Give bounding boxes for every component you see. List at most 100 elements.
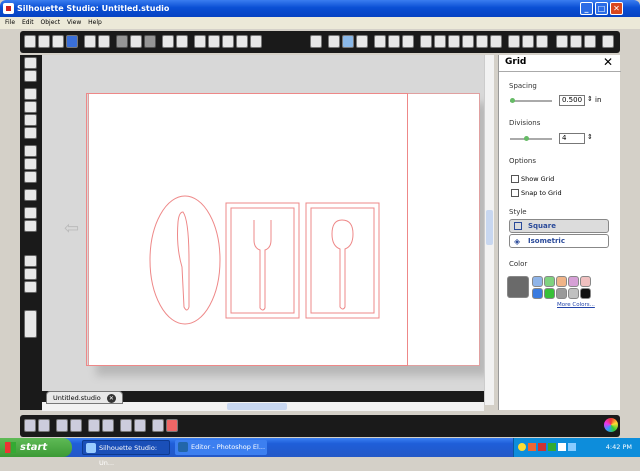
duplicate-icon[interactable] [88,419,100,432]
open-icon[interactable] [38,35,50,48]
grid-icon[interactable] [356,35,368,48]
divisions-input[interactable]: 4 [559,133,585,144]
spacing-slider[interactable] [510,98,552,103]
panel-toggle-icon[interactable] [24,310,37,338]
snap-to-grid-checkbox[interactable] [511,189,519,197]
task-photoshop[interactable]: Editor - Photoshop El... [175,440,267,455]
tray-icon[interactable] [538,443,546,451]
cut-settings-icon[interactable] [522,35,534,48]
pencil-icon[interactable] [570,35,582,48]
text-style-icon[interactable] [420,35,432,48]
rectangle-select-icon[interactable] [556,35,568,48]
menu-help[interactable]: Help [88,19,102,26]
tray-icon[interactable] [548,443,556,451]
color-swatch[interactable] [532,276,543,287]
tray-icon[interactable] [528,443,536,451]
edit-points-icon[interactable] [24,70,37,82]
weld-icon[interactable] [152,419,164,432]
divisions-slider[interactable] [510,136,552,141]
library-icon[interactable] [66,35,78,48]
spacing-stepper-icon[interactable]: ⇕ [587,95,593,103]
more-colors-link[interactable]: More Colors... [557,302,595,308]
color-swatch[interactable] [580,288,591,299]
color-swatch[interactable] [580,276,591,287]
menu-edit[interactable]: Edit [22,19,34,26]
document-tab[interactable]: Untitled.studio ✕ [46,391,123,404]
scissors-icon[interactable] [144,35,156,48]
bring-forward-icon[interactable] [120,419,132,432]
fit-page-icon[interactable] [250,35,262,48]
style-square-button[interactable]: Square [509,219,609,233]
color-swatch[interactable] [556,288,567,299]
color-swatch[interactable] [532,288,543,299]
transform-icon[interactable] [462,35,474,48]
lock-icon[interactable] [310,35,322,48]
knife-tool-icon[interactable] [24,220,37,232]
compound-icon[interactable] [56,419,68,432]
design-artwork[interactable] [42,55,484,395]
fill-icon[interactable] [328,35,340,48]
menu-object[interactable]: Object [41,19,61,26]
horizontal-scroll-thumb[interactable] [227,403,287,410]
rounded-rect-tool-icon[interactable] [24,114,37,126]
save-icon[interactable] [52,35,64,48]
color-swatch[interactable] [568,276,579,287]
spacing-slider-knob[interactable] [510,98,515,103]
redo-icon[interactable] [176,35,188,48]
clock[interactable]: 4:42 PM [606,438,632,457]
send-backward-icon[interactable] [134,419,146,432]
no-entry-icon[interactable] [166,419,178,432]
text-tool-icon[interactable] [24,189,37,201]
new-icon[interactable] [24,35,36,48]
curve-tool-icon[interactable] [24,158,37,170]
color-swatch[interactable] [568,288,579,299]
line-color-icon[interactable] [374,35,386,48]
cut-print-icon[interactable] [98,35,110,48]
menu-file[interactable]: File [5,19,15,26]
copy-icon[interactable] [116,35,128,48]
close-button[interactable]: ✕ [610,2,623,15]
rectangle-tool-icon[interactable] [24,101,37,113]
line-tool-icon[interactable] [24,88,37,100]
menu-view[interactable]: View [67,19,81,26]
divisions-slider-knob[interactable] [524,136,529,141]
ungroup-icon[interactable] [38,419,50,432]
print-icon[interactable] [84,35,96,48]
color-swatch[interactable] [544,276,555,287]
page-setup-icon[interactable] [342,35,354,48]
panel-close-icon[interactable]: ✕ [603,55,613,69]
zoom-out-icon[interactable] [208,35,220,48]
select-tool-icon[interactable] [24,57,37,69]
registration-icon[interactable] [402,35,414,48]
tray-icon[interactable] [518,443,526,451]
tab-close-icon[interactable]: ✕ [106,394,116,403]
selected-color-swatch[interactable] [507,276,529,298]
offset-icon[interactable] [490,35,502,48]
eraser-tool-icon[interactable] [24,207,37,219]
polygon-tool-icon[interactable] [24,145,37,157]
volume-icon[interactable] [568,443,576,451]
store-view-icon[interactable] [24,281,37,293]
tray-icon[interactable] [558,443,566,451]
maximize-button[interactable]: □ [595,2,608,15]
zoom-select-icon[interactable] [222,35,234,48]
style-isometric-button[interactable]: ◈ Isometric [509,234,609,248]
color-wheel-icon[interactable] [604,418,618,432]
replicate-icon[interactable] [448,35,460,48]
pan-icon[interactable] [236,35,248,48]
library-view-icon[interactable] [24,268,37,280]
color-swatch[interactable] [544,288,555,299]
paste-icon[interactable] [130,35,142,48]
trace-icon[interactable] [508,35,520,48]
group-icon[interactable] [24,419,36,432]
release-compound-icon[interactable] [70,419,82,432]
line-style-icon[interactable] [388,35,400,48]
start-button[interactable]: start [0,438,72,457]
send-icon[interactable] [536,35,548,48]
ellipse-tool-icon[interactable] [24,127,37,139]
vertical-scroll-thumb[interactable] [486,210,493,245]
delete-icon[interactable] [102,419,114,432]
show-grid-icon[interactable] [602,35,614,48]
minimize-button[interactable]: _ [580,2,593,15]
arc-tool-icon[interactable] [24,171,37,183]
